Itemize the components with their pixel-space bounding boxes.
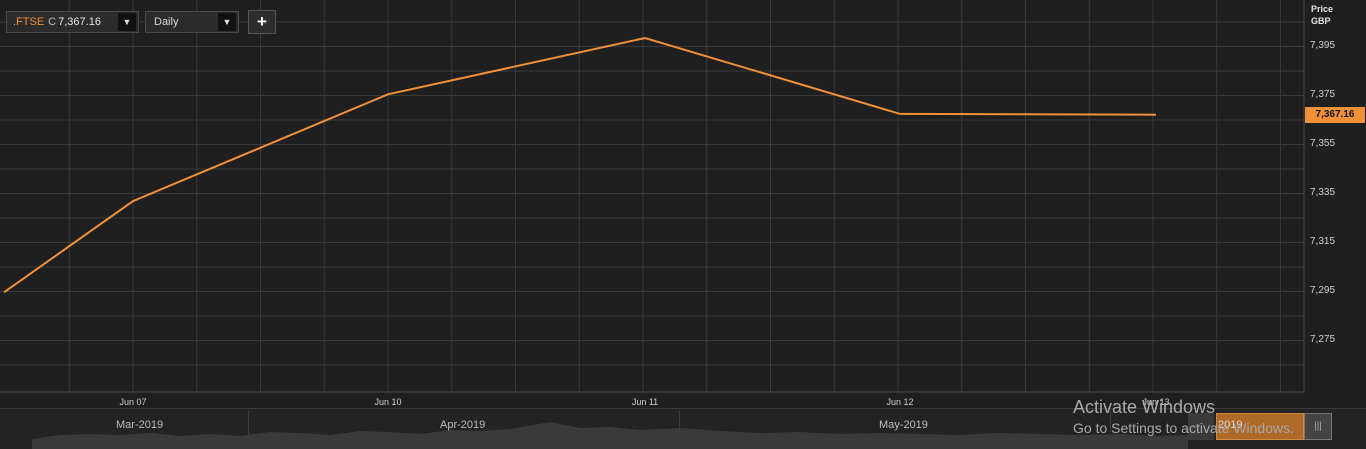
navigator-divider [1110, 411, 1111, 445]
y-tick-label: 7,295 [1310, 284, 1336, 296]
y-axis-header: Price GBP [1311, 3, 1333, 27]
navigator-range-left[interactable] [1188, 413, 1214, 440]
chevron-down-icon[interactable]: ▼ [218, 13, 236, 31]
chevron-down-icon[interactable]: ▼ [118, 13, 136, 31]
symbol-ric: .FTSE [13, 16, 45, 28]
time-navigator[interactable]: Mar-2019 Apr-2019 May-2019 2019 ||| [0, 408, 1366, 449]
x-tick-label: Jun 07 [119, 397, 147, 407]
y-tick-label: 7,355 [1310, 137, 1336, 149]
price-type: C [48, 16, 57, 28]
y-tick-label: 7,335 [1310, 186, 1336, 198]
x-tick-label: Jun 13 [1142, 397, 1170, 407]
navigator-month: May-2019 [879, 419, 928, 431]
y-tick-label: 7,395 [1310, 39, 1336, 51]
navigator-divider [248, 411, 249, 445]
navigator-sparkline [32, 422, 1188, 449]
navigator-divider [679, 411, 680, 445]
interval-label: Daily [154, 16, 179, 28]
symbol-selector[interactable]: .FTSE C 7,367.16 ▼ [6, 11, 139, 33]
last-price-tag: 7,367.16 [1305, 106, 1365, 123]
x-tick-label: Jun 10 [374, 397, 402, 407]
grip-icon: ||| [1314, 421, 1322, 432]
y-tick-label: 7,315 [1310, 235, 1336, 247]
plus-icon: + [257, 12, 267, 31]
symbol-last-price: 7,367.16 [58, 16, 101, 28]
y-tick-label: 7,275 [1310, 333, 1336, 345]
interval-selector[interactable]: Daily ▼ [145, 11, 239, 33]
price-series-line[interactable] [3, 36, 1157, 294]
navigator-month: Apr-2019 [440, 419, 486, 431]
navigator-drag-handle[interactable]: ||| [1304, 413, 1332, 440]
series-layer [3, 36, 1157, 294]
add-series-button[interactable]: + [248, 10, 276, 34]
x-tick-label: Jun 11 [631, 397, 659, 407]
chart-toolbar: .FTSE C 7,367.16 ▼ Daily ▼ + [6, 10, 276, 34]
price-chart[interactable] [0, 0, 1366, 408]
y-axis-title: Price [1311, 4, 1334, 14]
navigator-month: Mar-2019 [116, 419, 164, 431]
chart-grid [0, 0, 1304, 392]
x-tick-label: Jun 12 [886, 397, 914, 407]
y-tick-label: 7,375 [1310, 88, 1336, 100]
navigator-thumb-label: 2019 [1218, 419, 1243, 431]
y-axis-unit: GBP [1311, 16, 1331, 26]
